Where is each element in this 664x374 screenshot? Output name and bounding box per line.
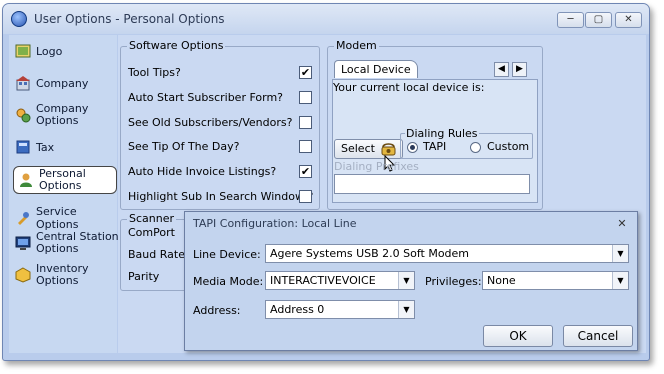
privileges-dropdown[interactable]: None ▼ — [482, 271, 629, 290]
sidebar-item-label: Company Options — [36, 102, 89, 127]
address-value: Address 0 — [270, 303, 325, 316]
tool-tips-checkbox[interactable]: ✔ — [299, 66, 312, 79]
sidebar-item-inventory-options[interactable]: Inventory Options — [15, 263, 115, 287]
sidebar-item-label: Logo — [36, 44, 63, 58]
scanner-title: Scanner — [127, 212, 177, 225]
chevron-down-icon: ▼ — [398, 301, 414, 318]
auto-start-subscriber-label: Auto Start Subscriber Form? — [128, 91, 284, 104]
ok-button[interactable]: OK — [483, 325, 553, 347]
see-tip-of-day-checkbox[interactable] — [299, 140, 312, 153]
chevron-down-icon: ▼ — [612, 245, 628, 262]
close-button[interactable]: ✕ — [615, 12, 642, 28]
sidebar-item-label: Personal Options — [39, 167, 86, 192]
sidebar-item-label: Central Station Options — [36, 230, 119, 255]
tax-icon — [16, 140, 30, 154]
see-tip-of-day-label: See Tip Of The Day? — [128, 140, 240, 153]
see-old-subscribers-checkbox[interactable] — [299, 116, 312, 129]
current-device-text: Your current local device is: — [333, 81, 485, 94]
software-options-title: Software Options — [127, 39, 226, 52]
tapi-radio[interactable] — [407, 142, 418, 153]
address-dropdown[interactable]: Address 0 ▼ — [265, 300, 415, 319]
tab-prev-arrow[interactable]: ◀ — [494, 62, 509, 77]
tool-tips-label: Tool Tips? — [128, 66, 181, 79]
personal-options-icon — [20, 173, 32, 187]
tapi-label: TAPI — [423, 140, 447, 153]
sidebar-item-label: Tax — [36, 140, 55, 154]
sidebar-item-company[interactable]: Company — [15, 75, 88, 91]
auto-hide-invoice-label: Auto Hide Invoice Listings? — [128, 165, 277, 178]
company-icon — [16, 76, 30, 91]
sidebar-item-service-options[interactable]: Service Options — [15, 205, 117, 231]
media-mode-value: INTERACTIVEVOICE — [270, 274, 376, 287]
logo-icon — [15, 44, 31, 58]
sidebar-item-label: Inventory Options — [36, 262, 89, 287]
sidebar-item-company-options[interactable]: Company Options — [15, 103, 115, 127]
tab-local-device[interactable]: Local Device — [334, 60, 418, 78]
dialing-rules-title: Dialing Rules — [405, 127, 479, 140]
dialing-rules-group: Dialing Rules TAPI Custom — [400, 127, 533, 159]
minimize-button[interactable]: ─ — [557, 12, 584, 28]
maximize-button[interactable]: ▢ — [585, 12, 612, 28]
central-station-icon — [15, 236, 31, 250]
select-label: Select — [341, 142, 375, 155]
chevron-down-icon: ▼ — [398, 272, 414, 289]
cancel-button[interactable]: Cancel — [563, 325, 633, 347]
privileges-label: Privileges: — [425, 275, 482, 288]
sidebar-item-label: Service Options — [36, 205, 79, 231]
tapi-configuration-dialog: TAPI Configuration: Local Line ✕ Line De… — [184, 211, 638, 351]
title-bar: User Options - Personal Options ─ ▢ ✕ — [3, 4, 649, 34]
phone-icon — [381, 143, 396, 156]
address-label: Address: — [193, 304, 241, 317]
tab-next-arrow[interactable]: ▶ — [512, 62, 527, 77]
privileges-value: None — [487, 274, 516, 287]
user-options-window: User Options - Personal Options ─ ▢ ✕ Lo… — [2, 3, 650, 361]
sidebar-item-tax[interactable]: Tax — [15, 139, 54, 155]
parity-label: Parity — [128, 270, 160, 283]
dialing-prefixes-input[interactable] — [334, 174, 530, 194]
highlight-sub-label: Highlight Sub In Search Window ? — [128, 190, 314, 203]
modem-group: Modem Local Device ◀ ▶ Your current loca… — [327, 39, 543, 210]
auto-start-subscriber-checkbox[interactable] — [299, 91, 312, 104]
baud-rate-label: Baud Rate — [128, 248, 185, 261]
auto-hide-invoice-checkbox[interactable]: ✔ — [299, 165, 312, 178]
chevron-down-icon: ▼ — [612, 272, 628, 289]
options-sidebar: Logo Company Company Options Tax Persona… — [9, 35, 119, 353]
line-device-label: Line Device: — [193, 248, 261, 261]
sidebar-item-personal-options[interactable]: Personal Options — [13, 166, 117, 194]
custom-radio[interactable] — [470, 142, 481, 153]
modem-title: Modem — [334, 39, 379, 52]
line-device-value: Agere Systems USB 2.0 Soft Modem — [270, 247, 470, 260]
media-mode-label: Media Mode: — [193, 275, 264, 288]
line-device-dropdown[interactable]: Agere Systems USB 2.0 Soft Modem ▼ — [265, 244, 629, 263]
com-port-label: ComPort — [128, 226, 175, 239]
window-title: User Options - Personal Options — [34, 12, 225, 26]
sidebar-item-central-station-options[interactable]: Central Station Options — [15, 231, 119, 255]
dialing-prefixes-label: Dialing Prefixes — [334, 160, 419, 173]
sidebar-item-logo[interactable]: Logo — [15, 43, 62, 59]
custom-label: Custom — [487, 140, 530, 153]
software-options-group: Software Options Tool Tips? ✔ Auto Start… — [120, 39, 320, 210]
local-device-panel: Your current local device is: Select Dia… — [332, 79, 538, 203]
app-icon — [11, 11, 27, 27]
highlight-sub-checkbox[interactable] — [299, 190, 312, 203]
see-old-subscribers-label: See Old Subscribers/Vendors? — [128, 116, 293, 129]
sidebar-item-label: Company — [36, 76, 89, 90]
dialog-title: TAPI Configuration: Local Line — [193, 217, 357, 230]
dialog-close-button[interactable]: ✕ — [615, 217, 629, 231]
media-mode-dropdown[interactable]: INTERACTIVEVOICE ▼ — [265, 271, 415, 290]
inventory-icon — [15, 267, 31, 283]
service-options-icon — [18, 212, 29, 225]
company-options-icon — [16, 108, 31, 123]
